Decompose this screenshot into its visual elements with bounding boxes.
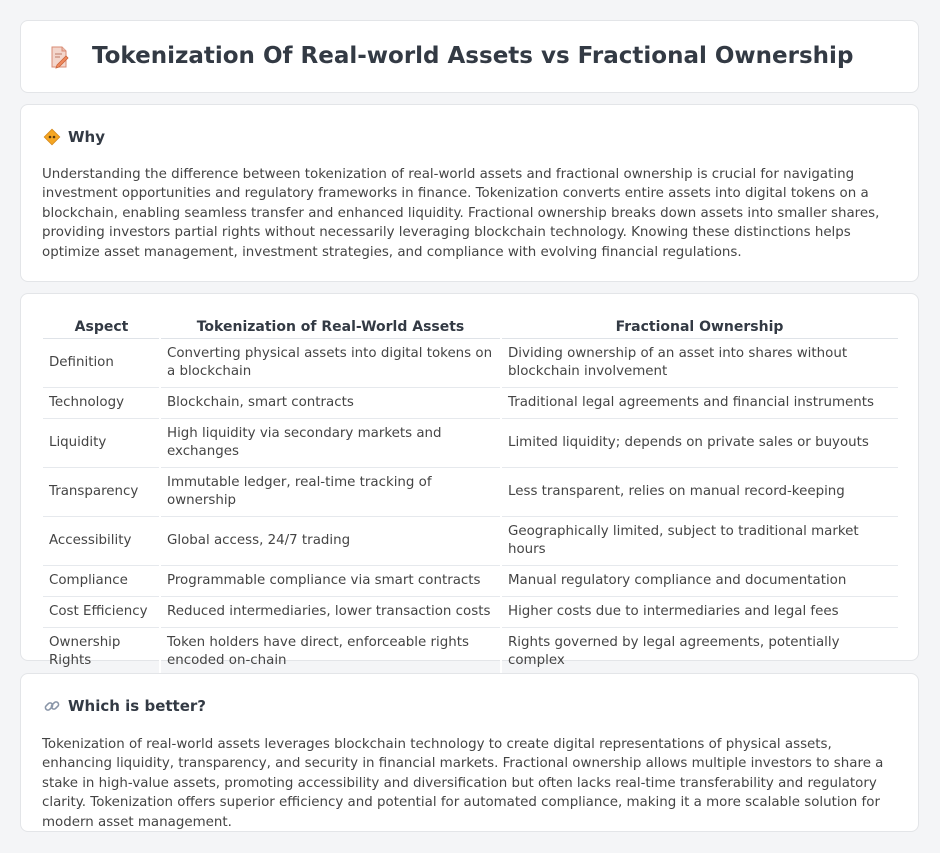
- cell-fractional: Geographically limited, subject to tradi…: [500, 516, 898, 566]
- cell-tokenization: Token holders have direct, enforceable r…: [159, 627, 501, 677]
- comparison-table: Aspect Tokenization of Real-World Assets…: [43, 314, 898, 677]
- column-header-fractional: Fractional Ownership: [501, 314, 898, 339]
- cell-fractional: Higher costs due to intermediaries and l…: [500, 596, 898, 628]
- cell-fractional: Dividing ownership of an asset into shar…: [500, 338, 898, 388]
- cell-aspect: Compliance: [43, 565, 160, 597]
- header-card: Tokenization Of Real-world Assets vs Fra…: [20, 20, 919, 93]
- cell-tokenization: Reduced intermediaries, lower transactio…: [159, 596, 501, 628]
- cell-tokenization: Blockchain, smart contracts: [159, 387, 501, 419]
- cell-tokenization: Global access, 24/7 trading: [159, 516, 501, 566]
- cell-fractional: Traditional legal agreements and financi…: [500, 387, 898, 419]
- better-paragraph: Tokenization of real-world assets levera…: [42, 737, 884, 830]
- cell-aspect: Definition: [43, 338, 160, 388]
- cell-fractional: Manual regulatory compliance and documen…: [500, 565, 898, 597]
- link-icon: [44, 701, 60, 711]
- which-is-better-section: Which is better? Tokenization of real-wo…: [20, 673, 919, 832]
- table-row: Transparency Immutable ledger, real-time…: [43, 467, 898, 517]
- cell-tokenization: High liquidity via secondary markets and…: [159, 418, 501, 468]
- table-row: Accessibility Global access, 24/7 tradin…: [43, 516, 898, 566]
- cell-aspect: Ownership Rights: [43, 627, 160, 677]
- page-title: Tokenization Of Real-world Assets vs Fra…: [92, 43, 854, 69]
- why-paragraph: Understanding the difference between tok…: [42, 167, 880, 260]
- table-header-row: Aspect Tokenization of Real-World Assets…: [43, 314, 898, 339]
- cell-tokenization: Immutable ledger, real-time tracking of …: [159, 467, 501, 517]
- table-row: Ownership Rights Token holders have dire…: [43, 627, 898, 677]
- cell-aspect: Accessibility: [43, 516, 160, 566]
- cell-fractional: Less transparent, relies on manual recor…: [500, 467, 898, 517]
- comparison-section: Aspect Tokenization of Real-World Assets…: [20, 293, 919, 677]
- table-row: Compliance Programmable compliance via s…: [43, 565, 898, 597]
- why-heading-row: Why: [43, 127, 105, 147]
- cell-fractional: Limited liquidity; depends on private sa…: [500, 418, 898, 468]
- cell-fractional: Rights governed by legal agreements, pot…: [500, 627, 898, 677]
- cell-aspect: Cost Efficiency: [43, 596, 160, 628]
- why-heading: Why: [68, 128, 106, 146]
- cell-tokenization: Programmable compliance via smart contra…: [159, 565, 501, 597]
- cell-aspect: Liquidity: [43, 418, 160, 468]
- table-row: Definition Converting physical assets in…: [43, 338, 898, 388]
- diamond-sign-icon: [43, 128, 61, 146]
- table-row: Technology Blockchain, smart contracts T…: [43, 387, 898, 419]
- cell-aspect: Technology: [43, 387, 160, 419]
- document-pencil-icon: [51, 46, 69, 69]
- column-header-tokenization: Tokenization of Real-World Assets: [160, 314, 501, 339]
- better-heading: Which is better?: [68, 697, 206, 715]
- table-row: Cost Efficiency Reduced intermediaries, …: [43, 596, 898, 628]
- cell-aspect: Transparency: [43, 467, 160, 517]
- better-heading-row: Which is better?: [43, 696, 206, 716]
- table-row: Liquidity High liquidity via secondary m…: [43, 418, 898, 468]
- cell-tokenization: Converting physical assets into digital …: [159, 338, 501, 388]
- column-header-aspect: Aspect: [43, 314, 160, 339]
- why-section: Why Understanding the difference between…: [20, 104, 919, 282]
